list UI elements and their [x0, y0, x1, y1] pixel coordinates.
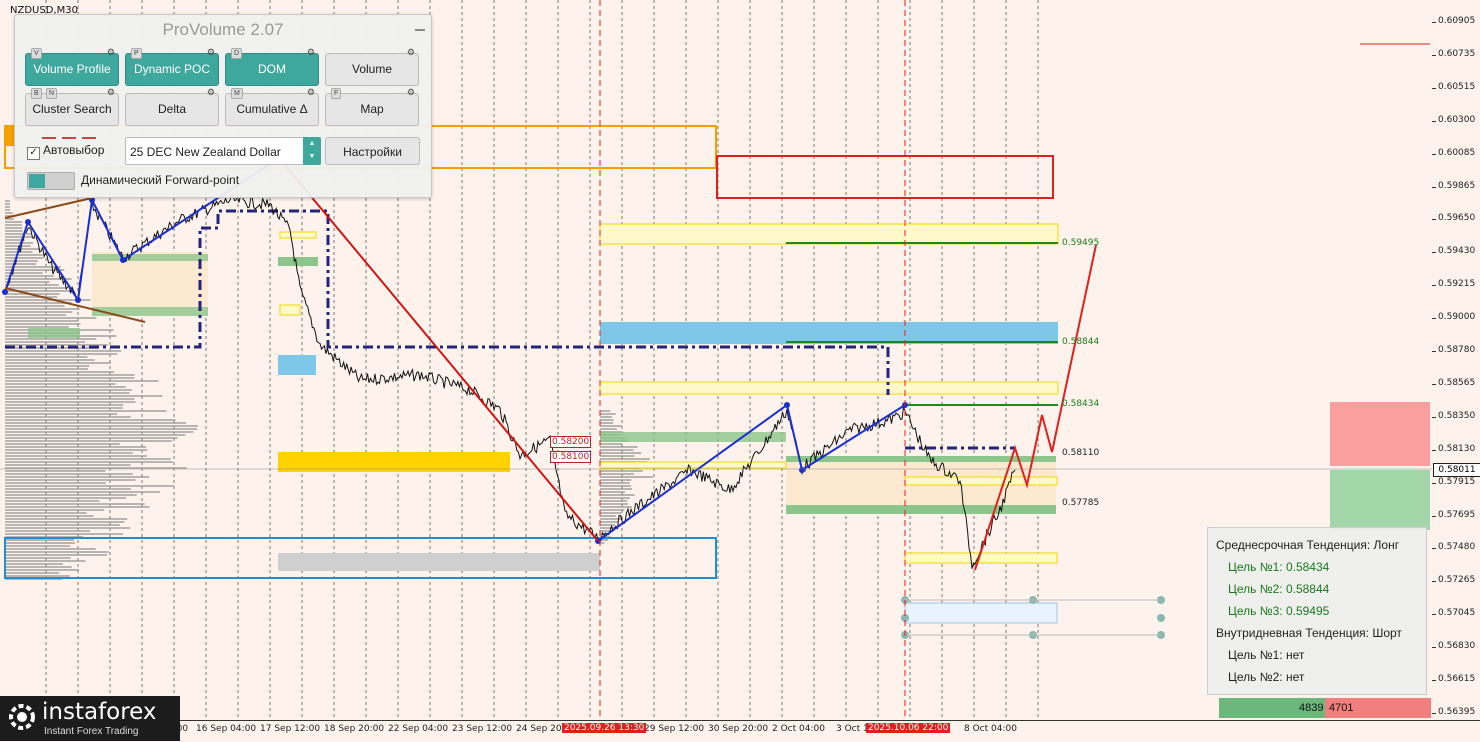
toggle-knob [29, 174, 45, 188]
gear-icon[interactable]: ⚙ [107, 48, 115, 57]
time-tick: 30 Sep 20:00 [708, 724, 769, 734]
price-tick: 0.58780 [1431, 345, 1476, 355]
sell-volume-value: 4701 [1329, 702, 1354, 714]
gear-icon[interactable]: ⚙ [107, 88, 115, 97]
current-price-label: 0.58011 [1433, 463, 1480, 477]
right-profile-red [1330, 402, 1430, 466]
price-tick: 0.56830 [1431, 641, 1476, 652]
price-tick: 0.60735 [1431, 48, 1476, 59]
settings-button[interactable]: Настройки [325, 137, 420, 165]
time-tick: 23 Sep 12:00 [452, 724, 513, 734]
price-tick: 0.57480 [1431, 542, 1476, 553]
mid-target-3: Цель №3: 0.59495 [1228, 604, 1330, 618]
intra-target-1: Цель №1: нет [1228, 648, 1305, 662]
mid-target-1: Цель №1: 0.58434 [1228, 560, 1330, 574]
buy-volume-value: 4839 [1299, 702, 1324, 714]
time-marker: 2025.10.06 22:00 [866, 723, 951, 733]
price-tick: 0.59430 [1431, 246, 1476, 257]
zones [4, 125, 1059, 624]
logo-name: instaforex [42, 699, 157, 725]
provolume-panel[interactable]: ProVolume 2.07 V ⚙ Volume Profile P ⚙ Dynami… [14, 14, 432, 198]
logo-gear-icon [9, 704, 35, 730]
forward-point-label: Динамический Forward-point [81, 173, 240, 187]
mid-trend-title: Среднесрочная Тенденция: Лонг [1216, 538, 1400, 552]
price-tick: 0.59000 [1431, 312, 1476, 323]
gear-icon[interactable]: ⚙ [207, 88, 215, 97]
trend-info-box: Среднесрочная Тенденция: Лонг Цель №1: 0… [1207, 527, 1427, 695]
intra-trend-title: Внутридневная Тенденция: Шорт [1216, 626, 1402, 640]
check-icon: ✓ [27, 147, 40, 160]
time-tick: 8 Oct 04:00 [964, 724, 1017, 734]
volume-balance-bar: 4839 4701 [1219, 698, 1431, 718]
gear-icon[interactable]: ⚙ [307, 48, 315, 57]
price-tick: 0.57695 [1431, 509, 1476, 520]
price-tick: 0.58350 [1431, 410, 1476, 421]
logo-tagline: Instant Forex Trading [44, 726, 139, 737]
price-tick: 0.60085 [1431, 147, 1476, 158]
box-label-a: 0.58200 [550, 436, 592, 448]
price-tick: 0.60905 [1431, 16, 1476, 26]
forward-point-toggle[interactable] [27, 172, 75, 190]
level-label-4: 0.58110 [1062, 448, 1100, 458]
map-button[interactable]: F ⚙ Map [325, 88, 419, 126]
gear-icon[interactable]: ⚙ [407, 88, 415, 97]
level-label-1: 0.59495 [1062, 238, 1100, 248]
price-tick: 0.58565 [1431, 377, 1476, 388]
price-tick: 0.60515 [1431, 81, 1476, 92]
price-tick: 0.57915 [1431, 476, 1476, 487]
cumulative-delta-button[interactable]: M ⚙ Cumulative Δ [225, 88, 319, 139]
price-chart[interactable]: NZDUSD,M30 0.59495 0.58844 0.58434 0.581… [0, 0, 1433, 720]
volume-button[interactable]: ⚙ Volume [325, 48, 419, 99]
volume-profile-mid [600, 410, 653, 544]
price-axis[interactable]: 0.60905 0.60735 0.60515 0.60300 0.60085 0.598… [1431, 0, 1480, 720]
time-tick: 16 Sep 04:00 [196, 724, 257, 734]
time-marker: 2025.09.26 13:30 [562, 723, 647, 733]
time-tick: 18 Sep 20:00 [324, 724, 385, 734]
gear-icon[interactable]: ⚙ [407, 48, 415, 57]
price-tick: 0.57265 [1431, 575, 1476, 586]
instrument-spinner[interactable]: ▲ ▼ [303, 137, 321, 165]
box-label-b: 0.58100 [550, 451, 592, 463]
mid-target-2: Цель №2: 0.58844 [1228, 582, 1330, 596]
price-tick: 0.59865 [1431, 180, 1476, 191]
time-tick: 17 Sep 12:00 [260, 724, 321, 734]
minimize-icon[interactable] [415, 29, 425, 31]
price-tick: 0.60300 [1431, 114, 1476, 125]
dom-button[interactable]: D ⚙ DOM [225, 48, 319, 86]
instrument-select[interactable]: 25 DEC New Zealand Dollar [125, 137, 319, 165]
intra-target-2: Цель №2: нет [1228, 670, 1305, 684]
autoselect-checkbox[interactable]: ✓ Автовыбор [27, 143, 104, 160]
level-label-2: 0.58844 [1062, 337, 1100, 347]
cluster-search-button[interactable]: B N ⚙ Cluster Search [25, 88, 119, 139]
volume-profile-button[interactable]: V ⚙ Volume Profile [25, 48, 119, 86]
delta-button[interactable]: ⚙ Delta [125, 88, 219, 139]
instaforex-logo: instaforex Instant Forex Trading [0, 696, 180, 741]
right-profile-green [1330, 470, 1430, 530]
level-label-5: 0.57785 [1062, 498, 1100, 508]
time-tick: 2 Oct 04:00 [772, 724, 825, 734]
panel-title: ProVolume 2.07 [162, 20, 284, 39]
dynamic-poc-button[interactable]: P ⚙ Dynamic POC [125, 48, 219, 86]
time-tick: 22 Sep 04:00 [388, 724, 449, 734]
chevron-down-icon[interactable]: ▼ [309, 153, 316, 160]
time-axis[interactable]: 15 Sep 12:0016 Sep 04:0017 Sep 12:0018 S… [0, 720, 1480, 742]
price-tick: 0.56395 [1431, 706, 1476, 717]
price-tick: 0.57045 [1431, 608, 1476, 619]
gear-icon[interactable]: ⚙ [207, 48, 215, 57]
price-tick: 0.59215 [1431, 279, 1476, 290]
level-label-3: 0.58434 [1062, 399, 1100, 409]
time-tick: 29 Sep 12:00 [644, 724, 705, 734]
gear-icon[interactable]: ⚙ [307, 88, 315, 97]
price-tick: 0.59650 [1431, 213, 1476, 224]
chevron-up-icon[interactable]: ▲ [309, 140, 316, 147]
price-tick: 0.56615 [1431, 674, 1476, 684]
price-tick: 0.58130 [1431, 443, 1476, 454]
